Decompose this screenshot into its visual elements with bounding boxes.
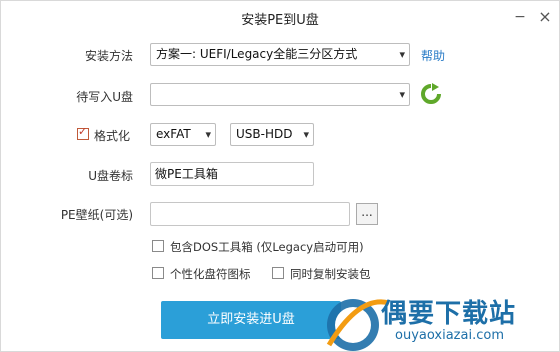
wallpaper-label: PE壁纸(可选)	[60, 208, 133, 222]
boot-mode-value: USB-HDD	[236, 127, 293, 141]
dos-toolbox-checkbox[interactable]	[152, 240, 164, 252]
install-method-select[interactable]: 方案一: UEFI/Legacy全能三分区方式 ▾	[150, 43, 410, 66]
dos-toolbox-label: 包含DOS工具箱 (仅Legacy启动可用)	[170, 240, 364, 254]
watermark-brand: 偶要下载站	[381, 299, 517, 329]
filesystem-select[interactable]: exFAT ▾	[150, 123, 216, 146]
chevron-down-icon: ▾	[399, 48, 405, 61]
installer-window: 安装PE到U盘 − × 安装方法 方案一: UEFI/Legacy全能三分区方式…	[0, 0, 560, 352]
chevron-down-icon: ▾	[205, 128, 211, 141]
volume-label-label: U盘卷标	[88, 169, 133, 183]
minimize-button[interactable]: −	[509, 7, 531, 27]
chevron-down-icon: ▾	[303, 128, 309, 141]
close-button[interactable]: ×	[534, 7, 556, 27]
target-drive-label: 待写入U盘	[76, 90, 133, 104]
window-title: 安装PE到U盘	[241, 13, 319, 28]
wallpaper-path-input[interactable]	[150, 202, 350, 226]
watermark-url: ouyaoxiazai.com	[395, 328, 504, 343]
chevron-down-icon: ▾	[399, 88, 405, 101]
browse-button[interactable]: ...	[356, 203, 378, 225]
filesystem-value: exFAT	[156, 127, 191, 141]
boot-mode-select[interactable]: USB-HDD ▾	[230, 123, 314, 146]
copy-installer-checkbox[interactable]	[272, 267, 284, 279]
install-method-value: 方案一: UEFI/Legacy全能三分区方式	[156, 47, 358, 61]
custom-drive-icon-checkbox[interactable]	[152, 267, 164, 279]
title-bar: 安装PE到U盘 − ×	[1, 1, 559, 33]
refresh-icon[interactable]	[420, 83, 442, 105]
format-label: 格式化	[94, 129, 131, 143]
custom-drive-icon-label: 个性化盘符图标	[170, 267, 251, 281]
install-button[interactable]: 立即安装进U盘	[161, 301, 341, 339]
help-link[interactable]: 帮助	[421, 47, 445, 64]
volume-label-input[interactable]: 微PE工具箱	[150, 162, 314, 186]
copy-installer-label: 同时复制安装包	[290, 267, 371, 281]
target-drive-select[interactable]: ▾	[150, 83, 410, 106]
format-checkbox[interactable]	[77, 125, 89, 140]
install-method-label: 安装方法	[84, 49, 133, 63]
